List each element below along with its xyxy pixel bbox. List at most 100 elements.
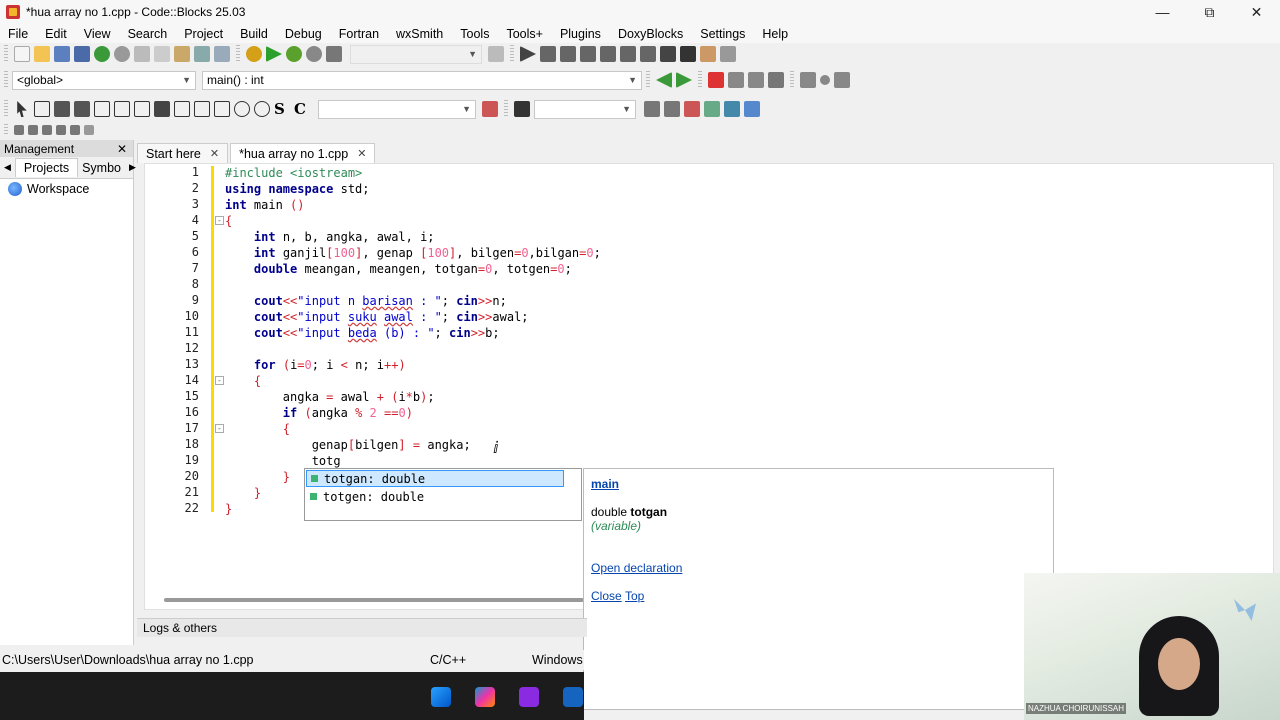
menu-edit[interactable]: Edit xyxy=(37,27,76,41)
toolbar-grip[interactable] xyxy=(790,71,794,89)
autocomplete-item[interactable]: totgen: double xyxy=(306,488,580,505)
windows-start-icon[interactable] xyxy=(431,687,451,707)
stop-debugger-icon[interactable] xyxy=(680,46,696,62)
arrow-left-icon[interactable] xyxy=(644,101,660,117)
sizer-icon[interactable] xyxy=(34,101,50,117)
pause-icon[interactable] xyxy=(660,46,676,62)
arrow-right-icon[interactable] xyxy=(664,101,680,117)
toolbar-grip[interactable] xyxy=(4,71,8,89)
target-options-icon[interactable] xyxy=(488,46,504,62)
build-and-run-icon[interactable] xyxy=(286,46,302,62)
tabs-right-arrow-icon[interactable]: ▶ xyxy=(125,162,140,173)
code-line[interactable]: } xyxy=(225,501,232,517)
zoom-out-icon[interactable] xyxy=(254,101,270,117)
highlight-icon[interactable] xyxy=(684,101,700,117)
toolbar-grip[interactable] xyxy=(646,71,650,89)
scope-link[interactable]: main xyxy=(591,477,619,491)
menu-help[interactable]: Help xyxy=(754,27,797,41)
step-into-instruction-icon[interactable] xyxy=(640,46,656,62)
scope-select[interactable]: <global> ▼ xyxy=(12,70,196,90)
clear-bookmarks-icon[interactable] xyxy=(768,72,784,88)
prev-change-icon[interactable] xyxy=(800,72,816,88)
jump-back-icon[interactable] xyxy=(656,72,672,88)
std-dialog-sizer-icon[interactable] xyxy=(154,101,170,117)
paste-icon[interactable] xyxy=(174,46,190,62)
close-window-button[interactable]: ✕ xyxy=(1233,0,1280,24)
code-line[interactable]: { xyxy=(225,421,290,437)
save-icon[interactable] xyxy=(54,46,70,62)
jump-forward-icon[interactable] xyxy=(676,72,692,88)
code-line[interactable]: int n, b, angka, awal, i; xyxy=(225,229,435,245)
workspace-node[interactable]: Workspace xyxy=(0,179,133,199)
mini-tool-6-icon[interactable] xyxy=(84,125,94,135)
code-line[interactable]: { xyxy=(225,373,261,389)
debug-continue-icon[interactable] xyxy=(520,46,536,62)
run-icon[interactable] xyxy=(266,46,282,62)
clear-search-icon[interactable] xyxy=(514,101,530,117)
various-info-icon[interactable] xyxy=(720,46,736,62)
toolbar-grip[interactable] xyxy=(4,124,8,136)
c-tool-icon[interactable]: C xyxy=(294,101,310,117)
close-management-icon[interactable]: ✕ xyxy=(117,142,127,156)
open-declaration-link[interactable]: Open declaration xyxy=(591,561,682,575)
toolbar-grip[interactable] xyxy=(4,45,8,63)
code-line[interactable]: angka = awal + (i*b); xyxy=(225,389,435,405)
tab-projects[interactable]: Projects xyxy=(14,158,79,177)
close-link[interactable]: Close xyxy=(591,589,622,603)
s-tool-icon[interactable]: S xyxy=(274,101,290,117)
run-to-cursor-icon[interactable] xyxy=(540,46,556,62)
step-into-icon[interactable] xyxy=(580,46,596,62)
zoom-in-icon[interactable] xyxy=(234,101,250,117)
menu-view[interactable]: View xyxy=(76,27,120,41)
code-line[interactable]: totg xyxy=(225,453,341,469)
menu-tools-plus[interactable]: Tools+ xyxy=(498,27,551,41)
pointer-icon[interactable] xyxy=(17,101,27,117)
menu-tools[interactable]: Tools xyxy=(452,27,498,41)
redo-icon[interactable] xyxy=(114,46,130,62)
menu-search[interactable]: Search xyxy=(120,27,177,41)
toolbar-grip[interactable] xyxy=(4,100,8,118)
app-icon[interactable] xyxy=(519,687,539,707)
copy-icon[interactable] xyxy=(154,46,170,62)
toolbar-grip[interactable] xyxy=(504,100,508,118)
next-line-icon[interactable] xyxy=(560,46,576,62)
flex-sizer-icon[interactable] xyxy=(134,101,150,117)
mini-tool-5-icon[interactable] xyxy=(70,125,80,135)
font-icon[interactable] xyxy=(724,101,740,117)
code-line[interactable]: using namespace std; xyxy=(225,181,370,197)
fold-marker-icon[interactable]: - xyxy=(215,424,224,433)
next-bookmark-icon[interactable] xyxy=(748,72,764,88)
tab-start-here[interactable]: Start here ✕ xyxy=(137,143,229,163)
change-marker-icon[interactable] xyxy=(820,75,830,85)
menu-fortran[interactable]: Fortran xyxy=(331,27,388,41)
panel-icon[interactable] xyxy=(94,101,110,117)
next-change-icon[interactable] xyxy=(834,72,850,88)
code-line[interactable]: for (i=0; i < n; i++) xyxy=(225,357,406,373)
fold-marker-icon[interactable]: - xyxy=(215,376,224,385)
close-tab-icon[interactable]: ✕ xyxy=(210,147,219,160)
prev-bookmark-icon[interactable] xyxy=(728,72,744,88)
abort-icon[interactable] xyxy=(326,46,342,62)
autocomplete-item[interactable]: totgan: double xyxy=(306,470,564,487)
doxy-combo[interactable]: ▼ xyxy=(534,99,636,119)
mini-tool-2-icon[interactable] xyxy=(28,125,38,135)
code-line[interactable]: cout<<"input n barisan : "; cin>>n; xyxy=(225,293,507,309)
save-all-icon[interactable] xyxy=(74,46,90,62)
logs-panel-header[interactable]: Logs & others xyxy=(137,618,587,637)
open-folder-icon[interactable] xyxy=(34,46,50,62)
choice-widget-icon[interactable] xyxy=(214,101,230,117)
mini-tool-4-icon[interactable] xyxy=(56,125,66,135)
next-instruction-icon[interactable] xyxy=(620,46,636,62)
replace-icon[interactable] xyxy=(214,46,230,62)
cut-icon[interactable] xyxy=(134,46,150,62)
button-widget-icon[interactable] xyxy=(174,101,190,117)
menu-doxyblocks[interactable]: DoxyBlocks xyxy=(610,27,692,41)
menu-project[interactable]: Project xyxy=(176,27,232,41)
code-line[interactable]: if (angka % 2 ==0) xyxy=(225,405,413,421)
toolbar-grip[interactable] xyxy=(698,71,702,89)
code-line[interactable]: cout<<"input suku awal : "; cin>>awal; xyxy=(225,309,529,325)
toolbar-grip[interactable] xyxy=(510,45,514,63)
rebuild-icon[interactable] xyxy=(306,46,322,62)
fold-marker-icon[interactable]: - xyxy=(215,216,224,225)
toolbar-grip[interactable] xyxy=(236,45,240,63)
